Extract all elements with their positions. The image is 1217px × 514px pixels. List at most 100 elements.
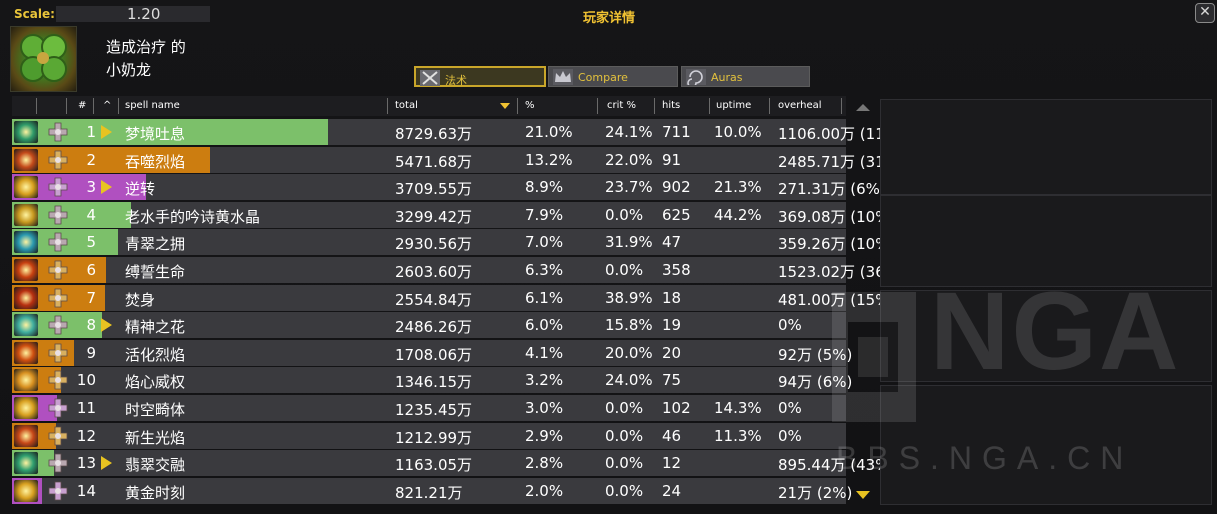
spell-icon bbox=[14, 342, 38, 364]
spell-row[interactable]: 9 活化烈焰 1708.06万 4.1% 20.0% 20 92万 (5%) bbox=[12, 340, 852, 366]
sort-descending-icon bbox=[500, 103, 510, 109]
spell-crit: 0.0% bbox=[605, 427, 644, 445]
spell-icon bbox=[14, 259, 38, 281]
report-target-icon[interactable] bbox=[48, 453, 68, 473]
spell-percent: 3.0% bbox=[525, 399, 564, 417]
report-target-icon[interactable] bbox=[48, 205, 68, 225]
spell-total: 2486.26万 bbox=[395, 318, 473, 336]
spell-row[interactable]: 2 吞噬烈焰 5471.68万 13.2% 22.0% 91 2485.71万 (31%) bbox=[12, 147, 905, 173]
report-target-icon[interactable] bbox=[48, 370, 68, 390]
spell-rank: 2 bbox=[86, 151, 96, 169]
spell-rank: 4 bbox=[86, 206, 96, 224]
spell-name: 吞噬烈焰 bbox=[125, 153, 186, 171]
spell-total: 1708.06万 bbox=[395, 346, 473, 364]
spell-row[interactable]: 3 逆转 3709.55万 8.9% 23.7% 902 21.3% 271.31万 (6%) bbox=[12, 174, 886, 200]
close-button[interactable]: ✕ bbox=[1195, 3, 1215, 23]
spell-row[interactable]: 12 新生光焰 1212.99万 2.9% 0.0% 46 11.3% 0% bbox=[12, 423, 846, 449]
spell-row[interactable]: 5 青翠之拥 2930.56万 7.0% 31.9% 47 359.26万 (10%) bbox=[12, 229, 895, 255]
spell-icon bbox=[14, 314, 38, 336]
spell-hits: 47 bbox=[662, 233, 682, 251]
expand-arrow-icon[interactable] bbox=[101, 125, 112, 139]
spell-rank: 9 bbox=[86, 344, 96, 362]
spell-total: 2930.56万 bbox=[395, 235, 473, 253]
spell-row[interactable]: 13 翡翠交融 1163.05万 2.8% 0.0% 12 895.44万 (43%) bbox=[12, 450, 895, 476]
spell-name: 活化烈焰 bbox=[125, 346, 186, 364]
report-target-icon[interactable] bbox=[48, 150, 68, 170]
tab-compare[interactable]: Compare bbox=[548, 66, 678, 87]
spell-icon bbox=[14, 480, 38, 502]
report-target-icon[interactable] bbox=[48, 315, 68, 335]
column-uptime[interactable]: uptime bbox=[716, 100, 751, 111]
tab-spells[interactable]: 法术 bbox=[414, 66, 546, 87]
spell-percent: 6.3% bbox=[525, 261, 564, 279]
scroll-down-arrow-icon[interactable] bbox=[856, 491, 870, 499]
column-separator bbox=[36, 98, 37, 114]
spell-icon bbox=[14, 231, 38, 253]
spell-name: 黄金时刻 bbox=[125, 484, 186, 502]
spell-name: 老水手的吟诗黄水晶 bbox=[125, 208, 261, 226]
column-separator bbox=[517, 98, 518, 114]
crown-icon bbox=[553, 69, 573, 85]
spell-percent: 6.1% bbox=[525, 289, 564, 307]
spell-icon bbox=[14, 397, 38, 419]
scale-label: Scale: bbox=[14, 7, 55, 21]
report-target-icon[interactable] bbox=[48, 398, 68, 418]
spell-rank: 14 bbox=[76, 482, 96, 500]
spell-row[interactable]: 10 焰心威权 1346.15万 3.2% 24.0% 75 94万 (6%) bbox=[12, 367, 852, 393]
spell-name: 精神之花 bbox=[125, 318, 186, 336]
tab-auras[interactable]: Auras bbox=[681, 66, 810, 87]
report-target-icon[interactable] bbox=[48, 481, 68, 501]
column-separator bbox=[387, 98, 388, 114]
spell-row[interactable]: 11 时空畸体 1235.45万 3.0% 0.0% 102 14.3% 0% bbox=[12, 395, 846, 421]
scroll-up-arrow-icon[interactable] bbox=[856, 104, 870, 111]
close-icon: ✕ bbox=[1199, 4, 1211, 20]
column-spell-name[interactable]: spell name bbox=[125, 100, 180, 111]
spell-rank: 5 bbox=[86, 233, 96, 251]
spell-hits: 20 bbox=[662, 344, 682, 362]
column-rank[interactable]: # bbox=[78, 100, 86, 111]
spell-percent: 2.8% bbox=[525, 454, 564, 472]
spell-row[interactable]: 1 梦境吐息 8729.63万 21.0% 24.1% 711 10.0% 1106.00万 … bbox=[12, 119, 905, 145]
report-target-icon[interactable] bbox=[48, 260, 68, 280]
column-hits[interactable]: hits bbox=[662, 100, 680, 111]
spell-uptime: 44.2% bbox=[714, 206, 762, 224]
column-separator bbox=[654, 98, 655, 114]
report-target-icon[interactable] bbox=[48, 288, 68, 308]
scale-value: 1.20 bbox=[127, 5, 161, 23]
spell-icon bbox=[14, 204, 38, 226]
expand-arrow-icon[interactable] bbox=[101, 318, 112, 332]
spell-icon bbox=[14, 176, 38, 198]
column-percent[interactable]: % bbox=[525, 100, 535, 111]
spell-name: 焚身 bbox=[125, 291, 156, 309]
spell-rank: 11 bbox=[76, 399, 96, 417]
watermark-site-text: BBS.NGA.CN bbox=[836, 440, 1134, 476]
report-target-icon[interactable] bbox=[48, 232, 68, 252]
expand-arrow-icon[interactable] bbox=[101, 456, 112, 470]
report-target-icon[interactable] bbox=[48, 426, 68, 446]
spell-row[interactable]: 6 缚誓生命 2603.60万 6.3% 0.0% 358 1523.02万 (36%) bbox=[12, 257, 905, 283]
spell-percent: 21.0% bbox=[525, 123, 573, 141]
spell-crit: 0.0% bbox=[605, 206, 644, 224]
column-overheal[interactable]: overheal bbox=[778, 100, 822, 111]
spell-row[interactable]: 8 精神之花 2486.26万 6.0% 15.8% 19 0% bbox=[12, 312, 846, 338]
expand-arrow-icon[interactable] bbox=[101, 180, 112, 194]
report-target-icon[interactable] bbox=[48, 343, 68, 363]
spell-row[interactable]: 4 老水手的吟诗黄水晶 3299.42万 7.9% 0.0% 625 44.2% 369.08… bbox=[12, 202, 895, 228]
column-total[interactable]: total bbox=[395, 100, 418, 111]
spell-percent: 7.9% bbox=[525, 206, 564, 224]
spell-overheal: 369.08万 (10%) bbox=[778, 208, 896, 226]
spell-percent: 6.0% bbox=[525, 316, 564, 334]
spell-crit: 31.9% bbox=[605, 233, 653, 251]
column-crit[interactable]: crit % bbox=[607, 100, 636, 111]
spell-uptime: 10.0% bbox=[714, 123, 762, 141]
column-expand[interactable]: ^ bbox=[103, 100, 111, 111]
aura-swirl-icon bbox=[686, 69, 706, 85]
spell-row[interactable]: 14 黄金时刻 821.21万 2.0% 0.0% 24 21万 (2%) bbox=[12, 478, 852, 504]
tab-auras-label: Auras bbox=[711, 71, 743, 84]
spell-icon bbox=[14, 121, 38, 143]
report-target-icon[interactable] bbox=[48, 122, 68, 142]
report-target-icon[interactable] bbox=[48, 177, 68, 197]
spell-icon bbox=[14, 287, 38, 309]
spell-crit: 24.1% bbox=[605, 123, 653, 141]
spell-row[interactable]: 7焚身2554.84万6.1%38.9%18481.00万 (15%) bbox=[12, 285, 895, 311]
